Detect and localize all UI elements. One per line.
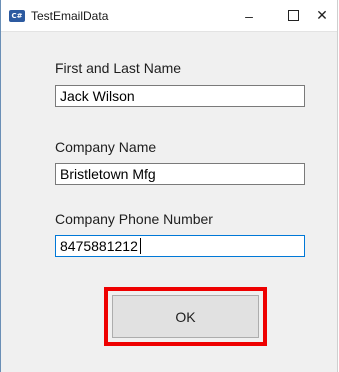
phone-label: Company Phone Number — [55, 211, 213, 227]
phone-field[interactable] — [55, 235, 305, 257]
close-button[interactable]: ✕ — [305, 0, 339, 31]
minimize-icon: – — [245, 7, 253, 24]
close-icon: ✕ — [316, 7, 328, 23]
text-caret — [140, 238, 141, 254]
name-field[interactable] — [55, 85, 305, 107]
company-field[interactable] — [55, 163, 305, 185]
company-label: Company Name — [55, 139, 157, 155]
maximize-icon — [287, 10, 299, 21]
minimize-button[interactable]: – — [227, 0, 271, 31]
dialog-window: C# TestEmailData – ✕ First and Last Name… — [0, 0, 338, 372]
window-title: TestEmailData — [31, 9, 109, 23]
name-label: First and Last Name — [55, 60, 182, 76]
app-icon[interactable]: C# — [9, 10, 25, 22]
ok-button[interactable]: OK — [112, 295, 259, 338]
title-bar[interactable]: C# TestEmailData – ✕ — [1, 0, 337, 32]
